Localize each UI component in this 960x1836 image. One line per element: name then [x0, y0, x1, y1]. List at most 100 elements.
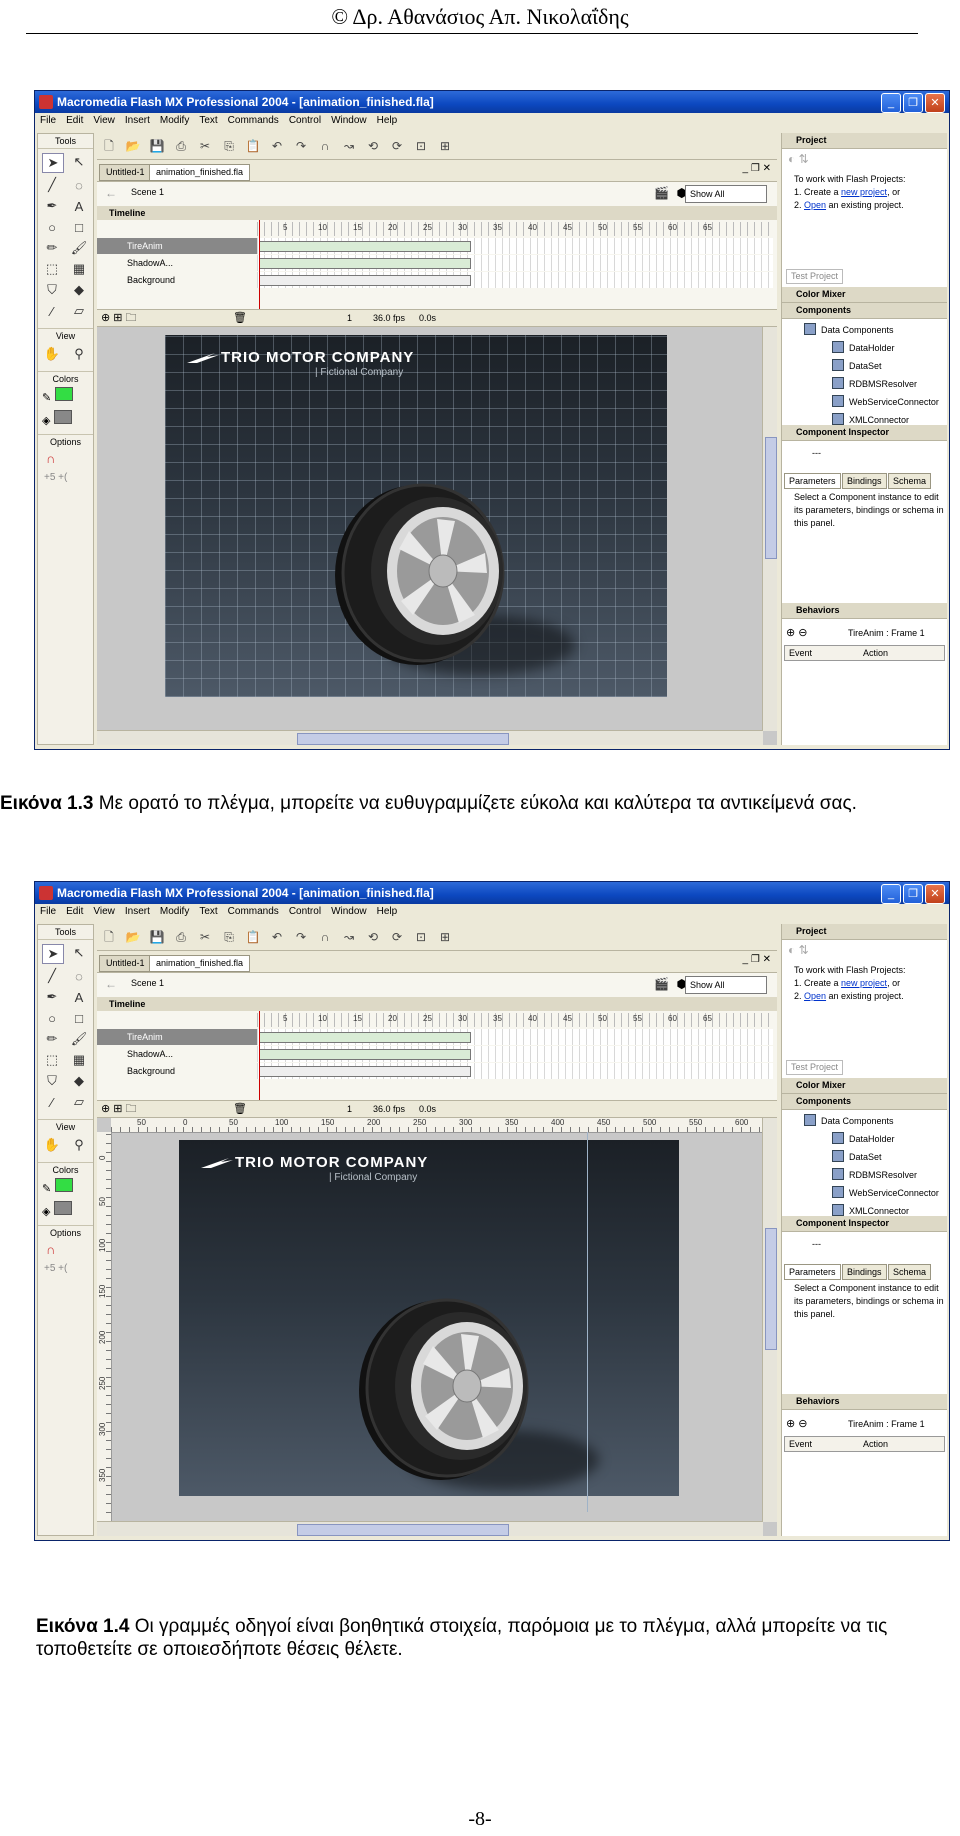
- component-item[interactable]: XMLConnector: [832, 1204, 909, 1216]
- hand-tool-icon[interactable]: ✋: [42, 345, 62, 363]
- stage-vertical-scrollbar[interactable]: [762, 1118, 777, 1522]
- layer-frames[interactable]: [257, 272, 773, 288]
- new-file-icon[interactable]: 🗋: [100, 928, 118, 946]
- layer-shadow[interactable]: ShadowA...: [97, 255, 257, 271]
- snap-icon[interactable]: ∩: [316, 930, 334, 948]
- open-project-link[interactable]: Open: [804, 991, 826, 1001]
- cut-icon[interactable]: ✂: [196, 139, 214, 157]
- component-group[interactable]: Data Components: [804, 323, 894, 335]
- pencil-tool-icon[interactable]: ✏: [42, 1030, 62, 1048]
- component-item[interactable]: RDBMSResolver: [832, 377, 917, 389]
- menu-modify[interactable]: Modify: [155, 113, 194, 128]
- open-file-icon[interactable]: 📂: [124, 139, 142, 157]
- zoom-tool-icon[interactable]: ⚲: [69, 345, 89, 363]
- oval-tool-icon[interactable]: ○: [42, 1009, 62, 1027]
- back-arrow-icon[interactable]: ←: [105, 186, 117, 200]
- edit-scene-icon[interactable]: 🎬: [654, 186, 669, 200]
- layer-frames[interactable]: [257, 1046, 773, 1062]
- paste-icon[interactable]: 📋: [244, 930, 262, 948]
- back-arrow-icon[interactable]: ←: [105, 977, 117, 991]
- tab-schema[interactable]: Schema: [888, 473, 932, 489]
- component-item[interactable]: WebServiceConnector: [832, 395, 939, 407]
- redo-icon[interactable]: ↷: [292, 139, 310, 157]
- components-panel-title[interactable]: Components: [782, 1094, 947, 1110]
- restore-button[interactable]: ❐: [903, 93, 923, 113]
- print-icon[interactable]: ⎙: [172, 139, 190, 157]
- menu-commands[interactable]: Commands: [223, 113, 284, 128]
- menu-edit[interactable]: Edit: [61, 113, 88, 128]
- new-project-link[interactable]: new project: [841, 978, 887, 988]
- eyedropper-tool-icon[interactable]: ⁄: [42, 1093, 62, 1111]
- fill-color-swatch[interactable]: [54, 1201, 73, 1215]
- align-icon[interactable]: ⊞: [436, 139, 454, 157]
- oval-tool-icon[interactable]: ○: [42, 218, 62, 236]
- subselect-tool-icon[interactable]: ↖: [69, 944, 89, 962]
- doc-window-controls-icon[interactable]: _ ❐ ✕: [743, 163, 771, 174]
- stroke-color-icon[interactable]: ✎: [42, 392, 51, 404]
- stage[interactable]: TRIO MOTOR COMPANY | Fictional Company: [179, 1140, 679, 1496]
- menu-insert[interactable]: Insert: [120, 113, 155, 128]
- menu-window[interactable]: Window: [326, 904, 372, 919]
- lasso-tool-icon[interactable]: ◌: [69, 176, 89, 194]
- layer-frames[interactable]: [257, 255, 773, 271]
- smooth-straighten-icon[interactable]: +5 +(: [38, 1261, 93, 1276]
- layer-shadow[interactable]: ShadowA...: [97, 1046, 257, 1062]
- horizontal-ruler[interactable]: 50 0 50 100 150 200 250 300 350 400 450 …: [111, 1118, 763, 1133]
- component-item[interactable]: XMLConnector: [832, 413, 909, 425]
- brush-tool-icon[interactable]: 🖌: [69, 1030, 89, 1048]
- menu-view[interactable]: View: [88, 904, 120, 919]
- close-button[interactable]: ✕: [925, 884, 945, 904]
- pen-tool-icon[interactable]: ✒: [42, 197, 62, 215]
- behaviors-panel-title[interactable]: Behaviors: [782, 1394, 947, 1410]
- subselect-tool-icon[interactable]: ↖: [69, 153, 89, 171]
- zoom-select[interactable]: Show All: [685, 976, 767, 994]
- fill-color-icon[interactable]: ◈: [42, 1206, 50, 1218]
- add-layer-icon[interactable]: ⊕ ⊞ 🗀: [101, 310, 137, 326]
- stage-vertical-scrollbar[interactable]: [762, 327, 777, 731]
- lasso-tool-icon[interactable]: ◌: [69, 967, 89, 985]
- add-layer-icon[interactable]: ⊕ ⊞ 🗀: [101, 1101, 137, 1117]
- project-panel-title[interactable]: Project: [782, 133, 947, 149]
- menu-modify[interactable]: Modify: [155, 904, 194, 919]
- menu-text[interactable]: Text: [194, 113, 222, 128]
- free-transform-tool-icon[interactable]: ⬚: [42, 260, 62, 278]
- layer-frames[interactable]: [257, 1029, 773, 1045]
- fill-transform-tool-icon[interactable]: ▦: [69, 1051, 89, 1069]
- paint-bucket-tool-icon[interactable]: ◆: [69, 1072, 89, 1090]
- save-icon[interactable]: 💾: [148, 139, 166, 157]
- stroke-color-swatch[interactable]: [55, 387, 74, 401]
- playhead[interactable]: [259, 1011, 260, 1103]
- fill-color-icon[interactable]: ◈: [42, 415, 50, 427]
- layer-background[interactable]: Background: [97, 1063, 257, 1079]
- smooth-icon[interactable]: ↝: [340, 930, 358, 948]
- pen-tool-icon[interactable]: ✒: [42, 988, 62, 1006]
- tire-graphic[interactable]: [349, 1290, 599, 1490]
- component-item[interactable]: WebServiceConnector: [832, 1186, 939, 1198]
- scale-icon[interactable]: ⊡: [412, 930, 430, 948]
- print-icon[interactable]: ⎙: [172, 930, 190, 948]
- copy-icon[interactable]: ⎘: [220, 930, 238, 948]
- component-item[interactable]: DataHolder: [832, 1132, 895, 1144]
- fill-color-swatch[interactable]: [54, 410, 73, 424]
- brush-tool-icon[interactable]: 🖌: [69, 239, 89, 257]
- project-panel-title[interactable]: Project: [782, 924, 947, 940]
- component-item[interactable]: DataSet: [832, 1150, 882, 1162]
- stroke-color-swatch[interactable]: [55, 1178, 74, 1192]
- zoom-tool-icon[interactable]: ⚲: [69, 1136, 89, 1154]
- components-panel-title[interactable]: Components: [782, 303, 947, 319]
- component-item[interactable]: DataSet: [832, 359, 882, 371]
- copy-icon[interactable]: ⎘: [220, 139, 238, 157]
- paint-bucket-tool-icon[interactable]: ◆: [69, 281, 89, 299]
- open-project-link[interactable]: Open: [804, 200, 826, 210]
- menu-control[interactable]: Control: [284, 113, 326, 128]
- scale-icon[interactable]: ⊡: [412, 139, 430, 157]
- menu-view[interactable]: View: [88, 113, 120, 128]
- snap-icon[interactable]: ∩: [316, 139, 334, 157]
- minimize-button[interactable]: _: [881, 93, 901, 113]
- redo-icon[interactable]: ↷: [292, 930, 310, 948]
- arrow-tool-icon[interactable]: ➤: [42, 944, 64, 964]
- align-icon[interactable]: ⊞: [436, 930, 454, 948]
- component-inspector-title[interactable]: Component Inspector: [782, 1216, 947, 1232]
- line-tool-icon[interactable]: ╱: [42, 967, 62, 985]
- new-project-link[interactable]: new project: [841, 187, 887, 197]
